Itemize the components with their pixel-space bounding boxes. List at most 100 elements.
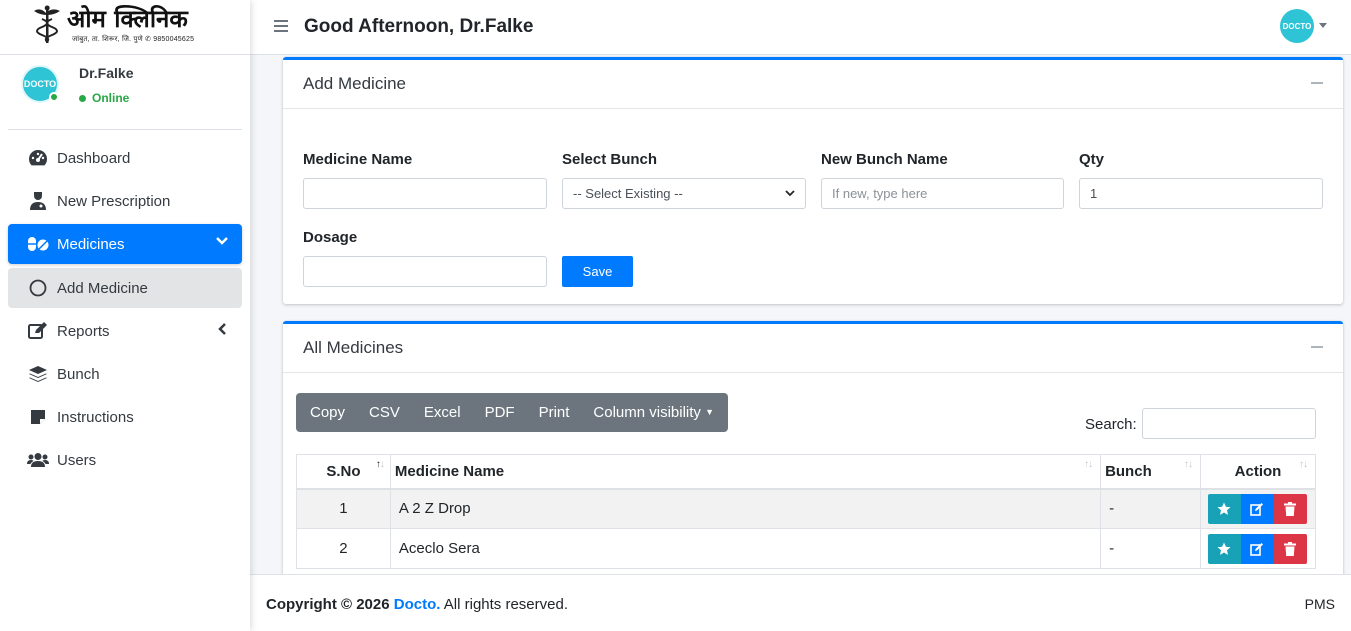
pdf-button[interactable]: PDF	[473, 393, 527, 432]
sidebar-item-label: Add Medicine	[57, 279, 148, 297]
search-input[interactable]	[1142, 408, 1316, 439]
edit-button[interactable]	[1240, 493, 1274, 524]
select-bunch-dropdown[interactable]: -- Select Existing --	[562, 178, 806, 209]
user-status: Online	[79, 91, 129, 105]
sidebar-item-add-medicine[interactable]: Add Medicine	[8, 268, 242, 308]
sidebar-item-label: Medicines	[57, 235, 125, 253]
layers-icon	[27, 364, 49, 384]
save-button[interactable]: Save	[562, 256, 633, 287]
sort-icon: ↑↓	[1084, 459, 1093, 470]
column-header-label: S.No	[326, 462, 361, 480]
dosage-input[interactable]	[303, 256, 547, 287]
new-bunch-input[interactable]	[821, 178, 1064, 209]
sidebar-item-label: Bunch	[57, 365, 100, 383]
caret-down-icon: ▼	[705, 407, 715, 417]
brand-name: ओम क्लिनिक	[67, 4, 188, 33]
cell-sno: 2	[296, 528, 391, 569]
rights-text: All rights reserved.	[443, 596, 568, 613]
star-icon	[1217, 502, 1231, 515]
sidebar-item-label: Dashboard	[57, 149, 131, 167]
sidebar-item-label: Users	[57, 451, 97, 469]
table-header-row: S.No ↑↓ Medicine Name ↑↓ Bunch ↑↓ Action ↑↓	[296, 454, 1317, 490]
medicine-name-input[interactable]	[303, 178, 547, 209]
add-medicine-card: Add Medicine Medicine Name Select Bunch …	[283, 57, 1343, 304]
favorite-button[interactable]	[1207, 533, 1241, 564]
circle-icon	[27, 278, 49, 298]
sidebar-item-label: Instructions	[57, 408, 134, 426]
card-header: All Medicines	[283, 324, 1343, 373]
card-title: Add Medicine	[303, 74, 407, 93]
trash-icon	[1284, 541, 1297, 556]
trash-icon	[1284, 501, 1297, 516]
brand-logo[interactable]: ओम क्लिनिक जांबुत, ता. शिरूर, जि. पुणे ✆…	[0, 0, 250, 55]
favorite-button[interactable]	[1207, 493, 1241, 524]
dosage-label: Dosage	[303, 229, 358, 246]
column-header-sno[interactable]: S.No ↑↓	[296, 454, 391, 490]
sidebar-item-label: New Prescription	[57, 192, 171, 210]
column-visibility-button[interactable]: Column visibility ▼	[581, 393, 726, 432]
cell-medicine-name: Aceclo Sera	[389, 528, 1102, 569]
sidebar-item-medicines[interactable]: Medicines	[8, 224, 242, 264]
hamburger-menu-icon[interactable]	[274, 19, 288, 33]
caduceus-icon	[34, 5, 60, 43]
select-bunch-value: -- Select Existing --	[573, 186, 683, 201]
brand-subtitle: जांबुत, ता. शिरूर, जि. पुणे ✆ 9850045625	[72, 36, 195, 43]
chevron-down-icon	[785, 190, 795, 197]
sidebar-item-bunch[interactable]: Bunch	[8, 354, 242, 394]
print-button[interactable]: Print	[527, 393, 582, 432]
edit-button[interactable]	[1240, 533, 1274, 564]
status-dot-icon	[79, 94, 86, 102]
status-label: Online	[92, 91, 130, 105]
edit-icon	[1250, 502, 1264, 516]
column-header-medicine-name[interactable]: Medicine Name ↑↓	[389, 454, 1102, 490]
csv-button[interactable]: CSV	[357, 393, 412, 432]
footer: Copyright © 2026 Docto. All rights reser…	[250, 574, 1351, 631]
cell-actions	[1199, 528, 1317, 569]
copyright-label: Copyright © 2026	[266, 596, 390, 613]
user-menu-avatar[interactable]: DOCTO	[1280, 9, 1314, 43]
sidebar-item-users[interactable]: Users	[8, 440, 242, 480]
copy-button[interactable]: Copy	[298, 393, 357, 432]
delete-button[interactable]	[1273, 493, 1307, 524]
sticky-note-icon	[27, 407, 49, 427]
cell-bunch: -	[1100, 488, 1201, 529]
excel-button[interactable]: Excel	[412, 393, 473, 432]
column-header-bunch[interactable]: Bunch ↑↓	[1100, 454, 1201, 490]
action-button-group	[1207, 533, 1315, 564]
user-name[interactable]: Dr.Falke	[79, 65, 133, 81]
cell-medicine-name: A 2 Z Drop	[389, 488, 1102, 529]
delete-button[interactable]	[1273, 533, 1307, 564]
edit-icon	[1250, 542, 1264, 556]
caret-down-icon[interactable]	[1319, 23, 1327, 28]
sort-asc-icon: ↑↓	[375, 459, 385, 470]
collapse-minus-icon[interactable]	[1311, 82, 1323, 84]
table-row[interactable]: 2 Aceclo Sera -	[296, 528, 1317, 569]
version-label: PMS	[1304, 596, 1335, 612]
select-bunch-label: Select Bunch	[562, 151, 658, 168]
column-header-action[interactable]: Action ↑↓	[1199, 454, 1317, 490]
column-header-label: Bunch	[1105, 462, 1152, 480]
cell-bunch: -	[1100, 528, 1201, 569]
collapse-minus-icon[interactable]	[1311, 346, 1323, 348]
sidebar-item-reports[interactable]: Reports	[8, 311, 242, 351]
column-header-label: Action	[1234, 462, 1282, 480]
action-button-group	[1207, 493, 1315, 524]
pills-icon	[27, 234, 49, 254]
tachometer-icon	[27, 148, 49, 168]
sidebar-item-new-prescription[interactable]: New Prescription	[8, 181, 242, 221]
sidebar-item-instructions[interactable]: Instructions	[8, 397, 242, 437]
user-doctor-icon	[27, 191, 49, 211]
table-row[interactable]: 1 A 2 Z Drop -	[296, 488, 1317, 529]
sidebar-item-dashboard[interactable]: Dashboard	[8, 138, 242, 178]
cell-actions	[1199, 488, 1317, 529]
page-title: Good Afternoon, Dr.Falke	[304, 16, 534, 37]
qty-input[interactable]	[1079, 178, 1323, 209]
sort-icon: ↑↓	[1183, 459, 1193, 470]
chevron-down-icon	[216, 237, 228, 245]
new-bunch-label: New Bunch Name	[821, 151, 948, 168]
edit-icon	[27, 321, 49, 341]
online-indicator	[49, 92, 59, 102]
medicine-name-label: Medicine Name	[303, 151, 413, 168]
column-visibility-label: Column visibility	[593, 404, 701, 421]
docto-link[interactable]: Docto.	[394, 596, 441, 613]
